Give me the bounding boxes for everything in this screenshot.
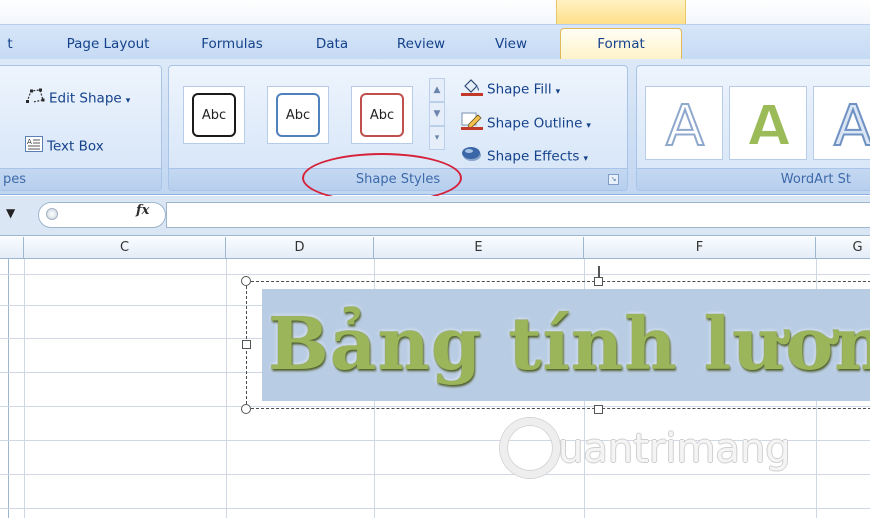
resize-handle-top-middle[interactable]	[594, 277, 603, 286]
resize-handle-top-left[interactable]	[241, 276, 251, 286]
column-header-f[interactable]: F	[584, 237, 816, 259]
dropdown-arrow-icon: ▾	[586, 120, 591, 131]
shape-style-preset-2[interactable]: Abc	[267, 86, 329, 144]
watermark-text: uantrimang	[558, 426, 791, 472]
tab-insert[interactable]: t	[0, 33, 20, 57]
wordart-styles-group-label: WordArt St	[637, 168, 870, 190]
dropdown-arrow-icon: ▾	[555, 86, 561, 97]
wordart-outline-a-icon: A	[665, 93, 705, 160]
column-header-d[interactable]: D	[226, 237, 374, 259]
formula-input[interactable]	[166, 202, 870, 228]
grid-row-header-edge	[8, 259, 9, 518]
insert-function-button[interactable]: fx	[136, 203, 149, 218]
wordart-style-3[interactable]: A	[813, 86, 870, 160]
shape-style-preset-1[interactable]: Abc	[183, 86, 245, 144]
grid-hline	[0, 508, 870, 509]
svg-text:A: A	[666, 94, 704, 159]
tab-review[interactable]: Review	[382, 33, 460, 57]
name-box-dropdown-icon[interactable]: ▼	[6, 206, 15, 220]
column-header-b[interactable]	[0, 237, 24, 259]
shape-style-preset-3-label: Abc	[360, 93, 404, 137]
title-strip	[0, 0, 870, 24]
grid-vline	[226, 259, 227, 518]
shape-fill-button[interactable]: Shape Fill ▾	[461, 78, 560, 101]
svg-text:A: A	[747, 94, 791, 159]
shape-outline-button[interactable]: Shape Outline ▾	[461, 112, 591, 135]
wordart-blue-a-icon: A	[833, 93, 870, 160]
wordart-shape-text[interactable]: Bảng tính lươn	[268, 294, 870, 394]
shape-effects-button[interactable]: Shape Effects ▾	[461, 146, 588, 168]
paint-bucket-icon	[461, 78, 483, 101]
wordart-green-a-icon: A	[746, 93, 792, 160]
shape-effects-label: Shape Effects	[487, 148, 580, 165]
shape-effects-icon	[461, 146, 483, 167]
column-header-e[interactable]: E	[374, 237, 584, 259]
watermark: uantrimang	[500, 412, 850, 488]
text-box-label: Text Box	[47, 138, 104, 155]
tab-data[interactable]: Data	[302, 33, 362, 57]
resize-handle-bottom-left[interactable]	[241, 404, 251, 414]
tab-page-layout[interactable]: Page Layout	[48, 33, 168, 57]
svg-text:A: A	[27, 138, 32, 146]
drawing-tools-context-tab	[556, 0, 686, 24]
formula-sizer-knob-icon[interactable]	[46, 208, 58, 220]
insert-shapes-group-label: pes	[0, 168, 161, 190]
shape-styles-dialog-launcher-icon[interactable]: ↘	[608, 174, 619, 185]
wordart-style-2[interactable]: A	[729, 86, 807, 160]
insert-shapes-group: Edit Shape ▾ A Text Box pes	[0, 65, 162, 191]
text-box-icon: A	[25, 136, 43, 157]
edit-shape-icon	[25, 88, 45, 109]
tab-view[interactable]: View	[480, 33, 542, 57]
shape-style-preset-2-label: Abc	[276, 93, 320, 137]
ribbon-tab-row: t Page Layout Formulas Data Review View …	[0, 24, 870, 62]
dropdown-arrow-icon: ▾	[583, 153, 588, 164]
text-box-button[interactable]: A Text Box	[25, 136, 104, 157]
ribbon: Edit Shape ▾ A Text Box pes Abc Abc Abc …	[0, 59, 870, 203]
watermark-logo-icon	[500, 418, 560, 478]
edit-shape-button[interactable]: Edit Shape ▾	[25, 88, 130, 110]
wordart-styles-group: A A A WordArt St	[636, 65, 870, 191]
wordart-style-1[interactable]: A	[645, 86, 723, 160]
svg-text:A: A	[834, 94, 870, 159]
column-header-g[interactable]: G	[816, 237, 870, 259]
formula-bar: ▼ fx	[0, 196, 870, 236]
dropdown-arrow-icon: ▾	[125, 95, 131, 106]
pencil-icon	[461, 112, 483, 135]
gallery-scroll-up-button[interactable]: ▲	[429, 78, 445, 102]
grid-hline	[0, 274, 870, 275]
shape-style-preset-3[interactable]: Abc	[351, 86, 413, 144]
gallery-scroll: ▲ ▼ ▾	[429, 78, 445, 150]
grid-vline	[24, 259, 25, 518]
tab-formulas[interactable]: Formulas	[188, 33, 276, 57]
resize-handle-middle-left[interactable]	[242, 340, 251, 349]
edit-shape-label: Edit Shape	[49, 90, 122, 107]
shape-outline-label: Shape Outline	[487, 115, 583, 132]
column-header-c[interactable]: C	[24, 237, 226, 259]
shape-fill-label: Shape Fill	[487, 81, 552, 98]
tab-format[interactable]: Format	[560, 28, 682, 62]
gallery-scroll-down-button[interactable]: ▼	[429, 102, 445, 126]
shape-style-preset-1-label: Abc	[192, 93, 236, 137]
gallery-more-button[interactable]: ▾	[429, 126, 445, 150]
